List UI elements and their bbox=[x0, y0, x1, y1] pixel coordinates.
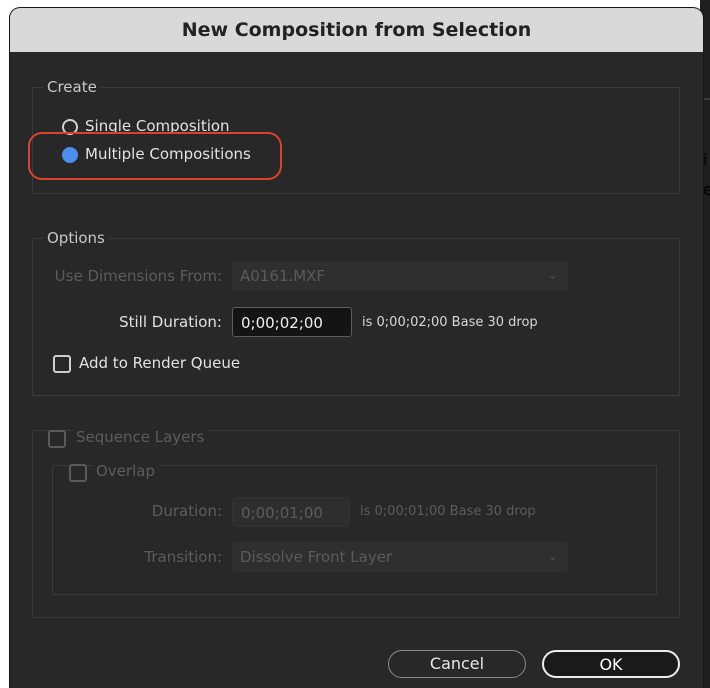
duration-info: is 0;00;01;00 Base 30 drop bbox=[360, 504, 536, 519]
cancel-button[interactable]: Cancel bbox=[388, 650, 526, 678]
highlight-annotation bbox=[28, 132, 282, 180]
overlap-checkbox[interactable] bbox=[69, 464, 87, 482]
dialog-title: New Composition from Selection bbox=[10, 8, 703, 52]
use-dimensions-select[interactable]: A0161.MXF ⌄ bbox=[232, 261, 568, 291]
duration-field[interactable]: 0;00;01;00 bbox=[232, 497, 350, 527]
still-duration-info: is 0;00;02;00 Base 30 drop bbox=[362, 315, 538, 330]
use-dimensions-label: Use Dimensions From: bbox=[54, 267, 222, 285]
overlap-group bbox=[52, 465, 657, 595]
use-dimensions-value: A0161.MXF bbox=[240, 267, 326, 285]
sequence-layers-label[interactable]: Sequence Layers bbox=[72, 428, 209, 446]
new-composition-dialog: New Composition from Selection Create Si… bbox=[10, 8, 703, 688]
duration-label: Duration: bbox=[151, 502, 222, 520]
options-legend: Options bbox=[47, 229, 105, 247]
background-text-fragment: e bbox=[703, 180, 710, 199]
chevron-down-icon: ⌄ bbox=[547, 549, 558, 564]
chevron-down-icon: ⌄ bbox=[547, 268, 558, 283]
create-legend: Create bbox=[47, 78, 97, 96]
overlap-label[interactable]: Overlap bbox=[92, 462, 159, 480]
sequence-layers-checkbox[interactable] bbox=[48, 430, 66, 448]
background-text-fragment: i bbox=[703, 150, 708, 169]
still-duration-field[interactable]: 0;00;02;00 bbox=[232, 307, 352, 337]
ok-button[interactable]: OK bbox=[542, 650, 680, 678]
transition-label: Transition: bbox=[144, 548, 222, 566]
add-to-render-queue-checkbox[interactable] bbox=[53, 355, 71, 373]
transition-value: Dissolve Front Layer bbox=[240, 548, 393, 566]
still-duration-label: Still Duration: bbox=[119, 313, 222, 331]
add-to-render-queue-label[interactable]: Add to Render Queue bbox=[79, 354, 240, 372]
transition-select[interactable]: Dissolve Front Layer ⌄ bbox=[232, 542, 568, 572]
